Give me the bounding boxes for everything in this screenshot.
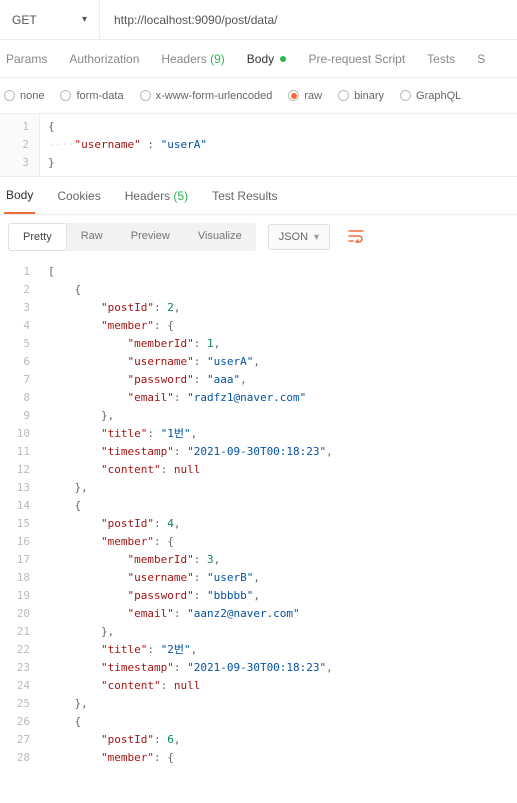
tab-body[interactable]: Body <box>245 52 289 66</box>
tab-tests[interactable]: Tests <box>425 52 457 66</box>
response-code[interactable]: [ { "postId": 2, "member": { "memberId":… <box>40 259 517 771</box>
view-mode-tabs: Pretty Raw Preview Visualize <box>8 223 256 251</box>
tab-prerequest[interactable]: Pre-request Script <box>306 52 407 66</box>
wrap-icon <box>348 229 364 243</box>
wrap-lines-button[interactable] <box>340 223 372 252</box>
tab-headers[interactable]: Headers (9) <box>159 52 226 66</box>
format-select[interactable]: JSON ▾ <box>268 224 330 250</box>
resp-tab-cookies[interactable]: Cookies <box>55 179 102 213</box>
view-pretty[interactable]: Pretty <box>8 223 67 251</box>
radio-binary[interactable]: binary <box>338 90 384 102</box>
tab-authorization[interactable]: Authorization <box>67 52 141 66</box>
request-body-editor[interactable]: 123 { ····"username" : "userA" } <box>0 114 517 177</box>
tab-settings[interactable]: S <box>475 52 487 66</box>
code-body[interactable]: { ····"username" : "userA" } <box>40 114 517 176</box>
response-tabs: Body Cookies Headers (5) Test Results <box>0 177 517 215</box>
resp-tab-headers[interactable]: Headers (5) <box>123 179 190 213</box>
resp-tab-body[interactable]: Body <box>4 178 35 214</box>
radio-urlencoded[interactable]: x-www-form-urlencoded <box>140 90 273 102</box>
method-select[interactable]: GET ▾ <box>0 0 100 39</box>
chevron-down-icon: ▾ <box>314 232 319 243</box>
response-body-editor[interactable]: 1234567891011121314151617181920212223242… <box>0 259 517 771</box>
view-visualize[interactable]: Visualize <box>184 223 256 251</box>
view-preview[interactable]: Preview <box>117 223 184 251</box>
radio-formdata[interactable]: form-data <box>60 90 123 102</box>
line-gutter: 123 <box>0 114 40 176</box>
chevron-down-icon: ▾ <box>82 14 87 25</box>
radio-graphql[interactable]: GraphQL <box>400 90 461 102</box>
view-raw[interactable]: Raw <box>67 223 117 251</box>
tab-params[interactable]: Params <box>4 52 49 66</box>
radio-none[interactable]: none <box>4 90 44 102</box>
method-label: GET <box>12 13 37 27</box>
response-gutter: 1234567891011121314151617181920212223242… <box>0 259 40 771</box>
url-input[interactable] <box>100 0 517 39</box>
response-toolbar: Pretty Raw Preview Visualize JSON ▾ <box>0 215 517 259</box>
radio-raw[interactable]: raw <box>288 90 322 102</box>
modified-dot-icon <box>280 56 286 62</box>
resp-tab-testresults[interactable]: Test Results <box>210 179 279 213</box>
request-row: GET ▾ <box>0 0 517 40</box>
request-tabs: Params Authorization Headers (9) Body Pr… <box>0 40 517 78</box>
body-type-row: none form-data x-www-form-urlencoded raw… <box>0 78 517 114</box>
